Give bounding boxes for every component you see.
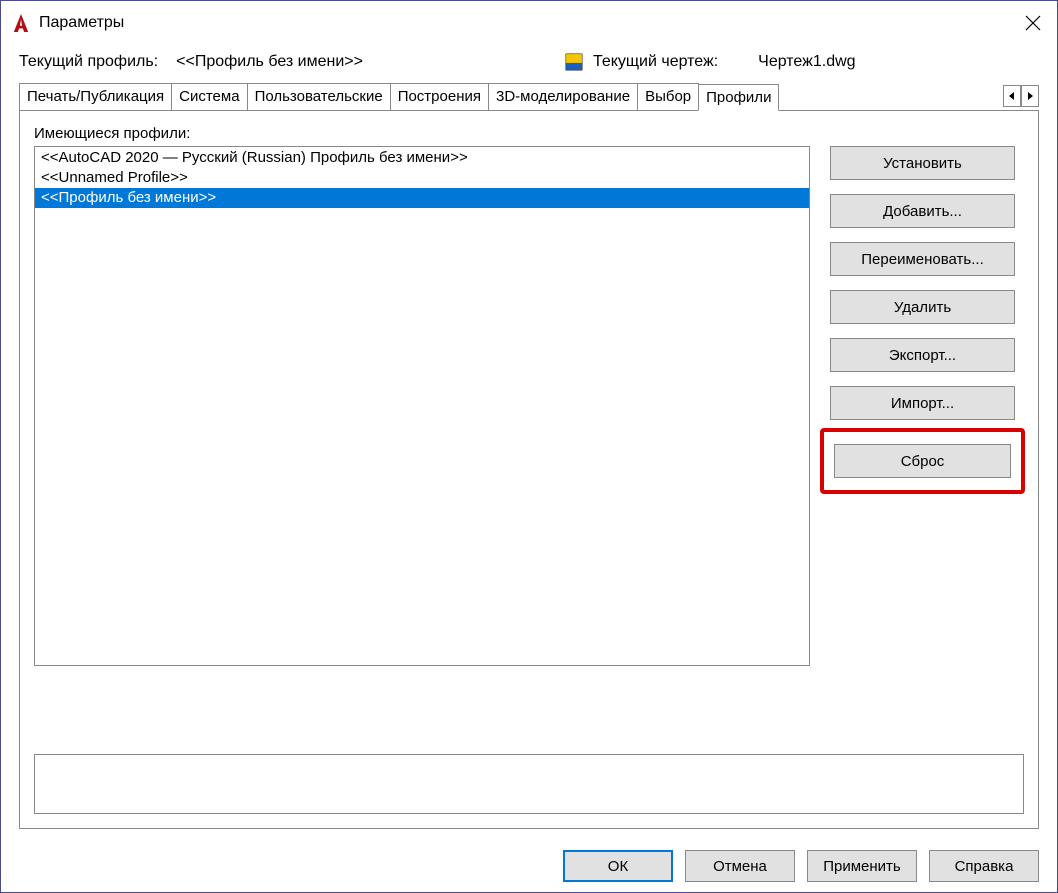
profile-description-box (34, 754, 1024, 814)
info-row: Текущий профиль: <<Профиль без имени>> Т… (1, 45, 1057, 79)
current-drawing-label: Текущий чертеж: (593, 53, 718, 71)
tab-drafting[interactable]: Построения (390, 83, 489, 110)
help-button[interactable]: Справка (929, 850, 1039, 882)
titlebar: Параметры (1, 1, 1057, 45)
delete-button[interactable]: Удалить (830, 290, 1015, 324)
tab-print-publish[interactable]: Печать/Публикация (19, 83, 172, 110)
profiles-listbox[interactable]: <<AutoCAD 2020 — Русский (Russian) Профи… (34, 146, 810, 666)
tab-profiles[interactable]: Профили (698, 84, 779, 111)
import-button[interactable]: Импорт... (830, 386, 1015, 420)
profile-buttons-column: Установить Добавить... Переименовать... … (830, 146, 1015, 488)
export-button[interactable]: Экспорт... (830, 338, 1015, 372)
ok-button[interactable]: ОК (563, 850, 673, 882)
apply-button[interactable]: Применить (807, 850, 917, 882)
profile-item[interactable]: <<AutoCAD 2020 — Русский (Russian) Профи… (35, 148, 809, 168)
app-icon (11, 12, 31, 34)
current-profile-value: <<Профиль без имени>> (176, 53, 363, 71)
current-drawing-value: Чертеж1.dwg (758, 53, 855, 71)
reset-highlight: Сброс (820, 428, 1025, 494)
set-current-button[interactable]: Установить (830, 146, 1015, 180)
reset-button[interactable]: Сброс (834, 444, 1011, 478)
current-profile-label: Текущий профиль: (19, 53, 158, 71)
window-title: Параметры (39, 14, 124, 32)
rename-button[interactable]: Переименовать... (830, 242, 1015, 276)
tab-strip: Печать/Публикация Система Пользовательск… (19, 83, 1039, 111)
add-button[interactable]: Добавить... (830, 194, 1015, 228)
tab-system[interactable]: Система (171, 83, 247, 110)
close-button[interactable] (1017, 7, 1049, 39)
cancel-button[interactable]: Отмена (685, 850, 795, 882)
tab-content-profiles: Имеющиеся профили: <<AutoCAD 2020 — Русс… (19, 111, 1039, 829)
tab-scroll-right[interactable] (1021, 85, 1039, 107)
profiles-list-label: Имеющиеся профили: (34, 125, 1024, 142)
tab-selection[interactable]: Выбор (637, 83, 699, 110)
profile-item[interactable]: <<Профиль без имени>> (35, 188, 809, 208)
tab-scroll (1003, 83, 1039, 110)
tab-scroll-left[interactable] (1003, 85, 1021, 107)
drawing-icon (563, 51, 585, 73)
dialog-footer: ОК Отмена Применить Справка (563, 850, 1039, 882)
tab-3d-modeling[interactable]: 3D-моделирование (488, 83, 638, 110)
profile-item[interactable]: <<Unnamed Profile>> (35, 168, 809, 188)
tab-user[interactable]: Пользовательские (247, 83, 391, 110)
